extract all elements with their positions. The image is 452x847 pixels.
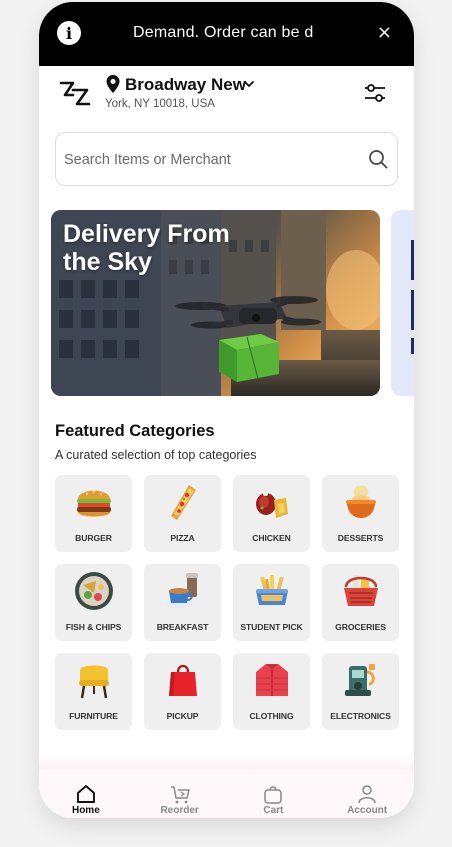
category-label: DESSERTS [337, 533, 384, 543]
hero-promo-card-next[interactable] [391, 210, 414, 396]
category-student-pick[interactable]: STUDENT PICK [233, 564, 310, 641]
location-name[interactable]: Broadway New [125, 75, 246, 95]
hero-promo-card[interactable]: Delivery From the Sky [51, 210, 380, 396]
phone-frame: i Demand. Order can be d × Broadway New … [39, 2, 414, 818]
electronics-icon [345, 664, 375, 696]
user-icon [358, 785, 376, 804]
search-input[interactable] [64, 145, 354, 175]
category-clothing[interactable]: CLOTHING [233, 653, 310, 730]
category-label: GROCERIES [335, 622, 386, 632]
breakfast-icon [165, 573, 198, 608]
fish-chips-icon [75, 572, 113, 610]
hero-title: Delivery From the Sky [63, 220, 230, 276]
reorder-cart-icon [170, 786, 190, 804]
category-label: BREAKFAST [156, 622, 209, 632]
category-label: BURGER [75, 533, 112, 543]
groceries-icon [344, 575, 378, 606]
announcement-banner: i Demand. Order can be d × [39, 2, 414, 66]
category-label: PIZZA [170, 533, 195, 543]
category-groceries[interactable]: GROCERIES [322, 564, 399, 641]
tab-label: Home [71, 805, 100, 816]
close-icon[interactable]: × [377, 22, 392, 43]
category-label: FURNITURE [69, 711, 118, 721]
section-title: Featured Categories [55, 422, 215, 440]
category-furniture[interactable]: FURNITURE [55, 653, 132, 730]
tab-label: Reorder [160, 805, 199, 816]
tab-reorder[interactable]: Reorder [133, 770, 227, 818]
category-pizza[interactable]: PIZZA [144, 475, 221, 552]
clothing-icon [256, 664, 288, 696]
category-chicken[interactable]: CHICKEN [233, 475, 310, 552]
pickup-icon [169, 664, 197, 696]
category-label: ELECTRONICS [330, 711, 391, 721]
chicken-icon [256, 486, 288, 518]
burger-icon [77, 490, 111, 517]
category-desserts[interactable]: DESSERTS [322, 475, 399, 552]
search-icon[interactable] [368, 149, 388, 169]
category-burger[interactable]: BURGER [55, 475, 132, 552]
bag-icon [264, 786, 283, 804]
header: Broadway New York, NY 10018, USA [39, 66, 414, 126]
bottom-tab-bar: Home Reorder Cart Account [39, 770, 414, 818]
promo-card-peek-graphic [411, 240, 414, 354]
tab-label: Cart [263, 805, 284, 816]
tab-account[interactable]: Account [320, 770, 414, 818]
tab-cart[interactable]: Cart [227, 770, 321, 818]
tab-home[interactable]: Home [39, 770, 133, 818]
search-bar [55, 132, 398, 186]
furniture-icon [79, 665, 109, 699]
category-label: CHICKEN [252, 533, 291, 543]
category-label: STUDENT PICK [240, 622, 303, 632]
app-logo-icon[interactable] [59, 80, 91, 108]
pizza-icon [171, 485, 196, 520]
location-pin-icon [106, 75, 120, 93]
dessert-icon [346, 485, 376, 518]
student-pick-icon [256, 575, 288, 605]
filter-icon[interactable] [362, 80, 388, 106]
section-subtitle: A curated selection of top categories [55, 448, 257, 462]
chevron-down-icon[interactable] [243, 78, 255, 90]
category-breakfast[interactable]: BREAKFAST [144, 564, 221, 641]
location-address: York, NY 10018, USA [105, 98, 215, 110]
banner-message: Demand. Order can be d [133, 24, 314, 41]
category-label: CLOTHING [249, 711, 294, 721]
home-icon [76, 785, 95, 803]
tab-label: Account [347, 805, 388, 816]
category-electronics[interactable]: ELECTRONICS [322, 653, 399, 730]
category-label: PICKUP [166, 711, 199, 721]
category-label: FISH & CHIPS [65, 622, 122, 632]
category-pickup[interactable]: PICKUP [144, 653, 221, 730]
info-icon[interactable]: i [57, 21, 81, 45]
category-fish-chips[interactable]: FISH & CHIPS [55, 564, 132, 641]
category-grid: BURGER PIZZA CHICKEN DESSERTS FISH & CHI… [55, 475, 399, 730]
